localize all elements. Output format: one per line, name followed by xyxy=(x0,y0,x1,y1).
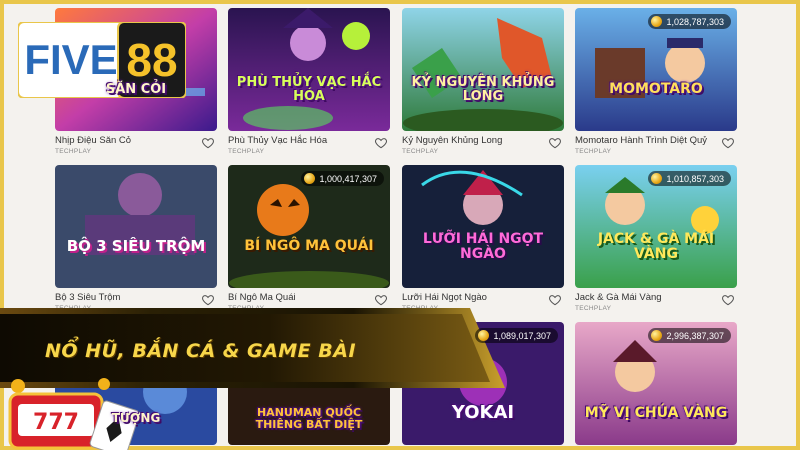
game-art-title: JACK & GÀ MÁI VÀNG xyxy=(597,230,715,262)
coin-icon xyxy=(478,330,490,341)
game-title[interactable]: Jack & Gà Mái Vàng xyxy=(575,292,737,303)
game-title[interactable]: Lưỡi Hái Ngọt Ngào xyxy=(402,292,564,303)
jackpot-amount: 1,028,787,303 xyxy=(666,16,724,27)
game-art xyxy=(402,165,564,288)
jackpot-badge: 2,996,387,307 xyxy=(648,328,731,343)
game-thumbnail[interactable]: 1,028,787,303 MOMOTARO xyxy=(575,8,737,131)
game-provider: TECHPLAY xyxy=(55,148,92,155)
game-card[interactable]: 1,010,857,303 JACK & GÀ MÁI VÀNG Jack & … xyxy=(575,165,737,318)
game-art-title: BÍ NGÔ MA QUÁI xyxy=(244,238,374,255)
heart-icon[interactable] xyxy=(548,136,562,150)
coin-icon xyxy=(651,173,663,184)
game-art-title: MỸ VỊ CHÚA VÀNG xyxy=(584,405,728,422)
heart-icon[interactable] xyxy=(721,293,735,307)
coin-icon xyxy=(304,173,316,184)
game-art-title: MOMOTARO xyxy=(609,81,703,98)
game-thumbnail[interactable]: BỘ 3 SIÊU TRỘM xyxy=(55,165,217,288)
game-title[interactable]: Nhịp Điệu Săn Cỏ xyxy=(55,135,217,146)
heart-icon[interactable] xyxy=(548,293,562,307)
coin-icon xyxy=(651,330,663,341)
game-thumbnail[interactable]: PHÙ THỦY VẠC HẮC HÓA xyxy=(228,8,390,131)
slot-number: 777 xyxy=(33,410,79,435)
game-title[interactable]: Bộ 3 Siêu Trộm xyxy=(55,292,217,303)
heart-icon[interactable] xyxy=(374,136,388,150)
game-title[interactable]: Bí Ngô Ma Quái xyxy=(228,292,390,303)
game-provider: TECHPLAY xyxy=(228,148,265,155)
game-thumbnail[interactable]: 2,996,387,307 MỸ VỊ CHÚA VÀNG xyxy=(575,322,737,445)
jackpot-badge: 1,028,787,303 xyxy=(648,14,731,29)
heart-icon[interactable] xyxy=(201,136,215,150)
game-card[interactable]: PHÙ THỦY VẠC HẮC HÓA Phù Thủy Vạc Hắc Hó… xyxy=(228,8,390,161)
game-card[interactable]: LƯỠI HÁI NGỌT NGÀO Lưỡi Hái Ngọt Ngào TE… xyxy=(402,165,564,318)
game-thumbnail[interactable]: 1,000,417,307 BÍ NGÔ MA QUÁI xyxy=(228,165,390,288)
game-art-title: TƯỢNG xyxy=(111,411,161,426)
game-thumbnail[interactable]: LƯỠI HÁI NGỌT NGÀO xyxy=(402,165,564,288)
game-title[interactable]: Kỷ Nguyên Khủng Long xyxy=(402,135,564,146)
game-title[interactable]: Phù Thủy Vạc Hắc Hóa xyxy=(228,135,390,146)
game-art-title: SĂN CỎI xyxy=(105,81,167,97)
game-title[interactable]: Momotaro Hành Trình Diệt Quỷ xyxy=(575,135,737,146)
game-thumbnail[interactable]: KỶ NGUYÊN KHỦNG LONG xyxy=(402,8,564,131)
game-card[interactable]: 1,028,787,303 MOMOTARO Momotaro Hành Trì… xyxy=(575,8,737,161)
jackpot-amount: 1,010,857,303 xyxy=(666,173,724,184)
game-art-title: YOKAI xyxy=(451,402,515,424)
game-provider: TECHPLAY xyxy=(575,305,612,312)
coin-icon xyxy=(651,16,663,27)
game-art xyxy=(55,165,217,288)
game-art-title: BỘ 3 SIÊU TRỘM xyxy=(66,236,206,255)
game-art xyxy=(402,8,564,131)
game-art xyxy=(228,8,390,131)
heart-icon[interactable] xyxy=(201,293,215,307)
logo-text-88: 88 xyxy=(126,34,177,86)
game-provider: TECHPLAY xyxy=(402,148,439,155)
heart-icon[interactable] xyxy=(374,293,388,307)
game-art-title: LƯỠI HÁI NGỌT NGÀO xyxy=(422,230,544,262)
game-art-title: HANUMAN QUỐC THIÊNG BẤT DIỆT xyxy=(255,405,363,431)
game-art-title: PHÙ THỦY VẠC HẮC HÓA xyxy=(236,74,382,104)
game-card[interactable]: 1,000,417,307 BÍ NGÔ MA QUÁI Bí Ngô Ma Q… xyxy=(228,165,390,318)
jackpot-badge: 1,089,017,307 xyxy=(475,328,558,343)
logo-text-five: FIVE xyxy=(24,36,117,83)
jackpot-amount: 2,996,387,307 xyxy=(666,330,724,341)
game-provider: TECHPLAY xyxy=(575,148,612,155)
jackpot-amount: 1,089,017,307 xyxy=(493,330,551,341)
game-art-title: KỶ NGUYÊN KHỦNG LONG xyxy=(411,74,555,104)
promo-banner-text: NỔ HŨ, BẮN CÁ & GAME BÀI xyxy=(45,340,357,362)
jackpot-badge: 1,010,857,303 xyxy=(648,171,731,186)
jackpot-badge: 1,000,417,307 xyxy=(301,171,384,186)
game-thumbnail[interactable]: 1,010,857,303 JACK & GÀ MÁI VÀNG xyxy=(575,165,737,288)
game-card[interactable]: KỶ NGUYÊN KHỦNG LONG Kỷ Nguyên Khủng Lon… xyxy=(402,8,564,161)
game-card[interactable]: BỘ 3 SIÊU TRỘM Bộ 3 Siêu Trộm TECHPLAY xyxy=(55,165,217,318)
heart-icon[interactable] xyxy=(721,136,735,150)
game-card[interactable]: 2,996,387,307 MỸ VỊ CHÚA VÀNG xyxy=(575,322,737,445)
jackpot-amount: 1,000,417,307 xyxy=(319,173,377,184)
